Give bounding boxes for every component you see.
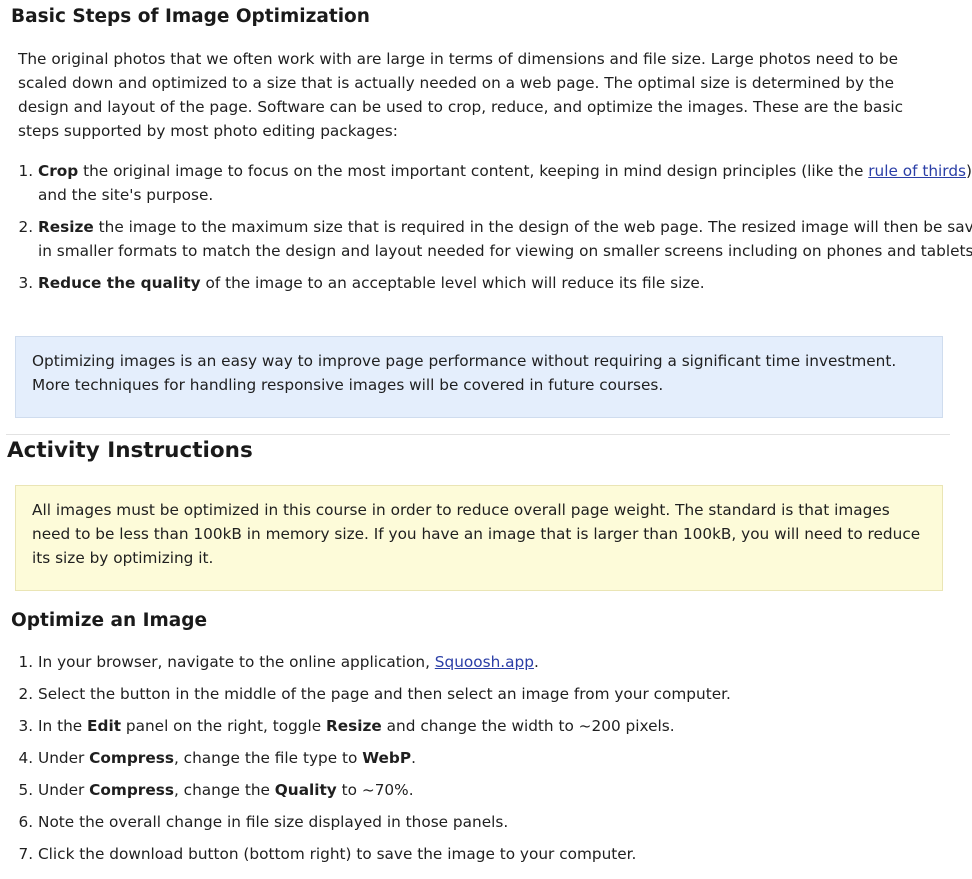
step-text: the image to the maximum size that is re… bbox=[38, 218, 972, 260]
list-item: Reduce the quality of the image to an ac… bbox=[38, 271, 972, 295]
step-bold: Edit bbox=[87, 717, 122, 735]
section-title-activity-instructions: Activity Instructions bbox=[7, 438, 253, 463]
step-text: panel on the right, toggle bbox=[121, 717, 327, 735]
step-bold: Resize bbox=[326, 717, 382, 735]
section-title-optimize-image: Optimize an Image bbox=[11, 610, 208, 631]
step-bold: Quality bbox=[274, 781, 337, 799]
list-item: Crop the original image to focus on the … bbox=[38, 159, 972, 207]
info-callout: Optimizing images is an easy way to impr… bbox=[15, 336, 943, 418]
intro-paragraph: The original photos that we often work w… bbox=[18, 50, 903, 140]
step-text: the original image to focus on the most … bbox=[78, 162, 869, 180]
section-title-basic-steps: Basic Steps of Image Optimization bbox=[11, 6, 370, 27]
step-text: . bbox=[533, 653, 539, 671]
step-bold: Compress bbox=[89, 749, 174, 767]
divider bbox=[6, 434, 950, 435]
page: Basic Steps of Image Optimization The or… bbox=[0, 0, 972, 879]
step-text: Under bbox=[38, 749, 90, 767]
step-bold: Compress bbox=[89, 781, 174, 799]
optimize-steps-list: In your browser, navigate to the online … bbox=[0, 650, 972, 874]
step-text: , change the bbox=[173, 781, 275, 799]
step-text: of the image to an acceptable level whic… bbox=[200, 274, 705, 292]
list-item: Note the overall change in file size dis… bbox=[38, 810, 972, 834]
list-item: In the Edit panel on the right, toggle R… bbox=[38, 714, 972, 738]
warning-callout: All images must be optimized in this cou… bbox=[15, 485, 943, 591]
list-item: Select the button in the middle of the p… bbox=[38, 682, 972, 706]
rule-of-thirds-link[interactable]: rule of thirds bbox=[868, 162, 966, 180]
list-item: Under Compress, change the file type to … bbox=[38, 746, 972, 770]
step-text: Under bbox=[38, 781, 90, 799]
basic-steps-list: Crop the original image to focus on the … bbox=[0, 159, 972, 303]
step-bold: WebP bbox=[362, 749, 412, 767]
step-text: to ~70%. bbox=[336, 781, 414, 799]
list-item: Click the download button (bottom right)… bbox=[38, 842, 972, 866]
list-item: Resize the image to the maximum size tha… bbox=[38, 215, 972, 263]
step-text: , change the file type to bbox=[173, 749, 363, 767]
step-text: . bbox=[411, 749, 416, 767]
step-text: In the bbox=[38, 717, 88, 735]
list-item: In your browser, navigate to the online … bbox=[38, 650, 972, 674]
squoosh-link[interactable]: Squoosh.app bbox=[435, 653, 534, 671]
list-item: Under Compress, change the Quality to ~7… bbox=[38, 778, 972, 802]
step-bold: Crop bbox=[38, 162, 79, 180]
step-bold: Reduce the quality bbox=[38, 274, 201, 292]
step-bold: Resize bbox=[38, 218, 94, 236]
step-text: In your browser, navigate to the online … bbox=[38, 653, 435, 671]
step-text: and change the width to ~200 pixels. bbox=[381, 717, 675, 735]
